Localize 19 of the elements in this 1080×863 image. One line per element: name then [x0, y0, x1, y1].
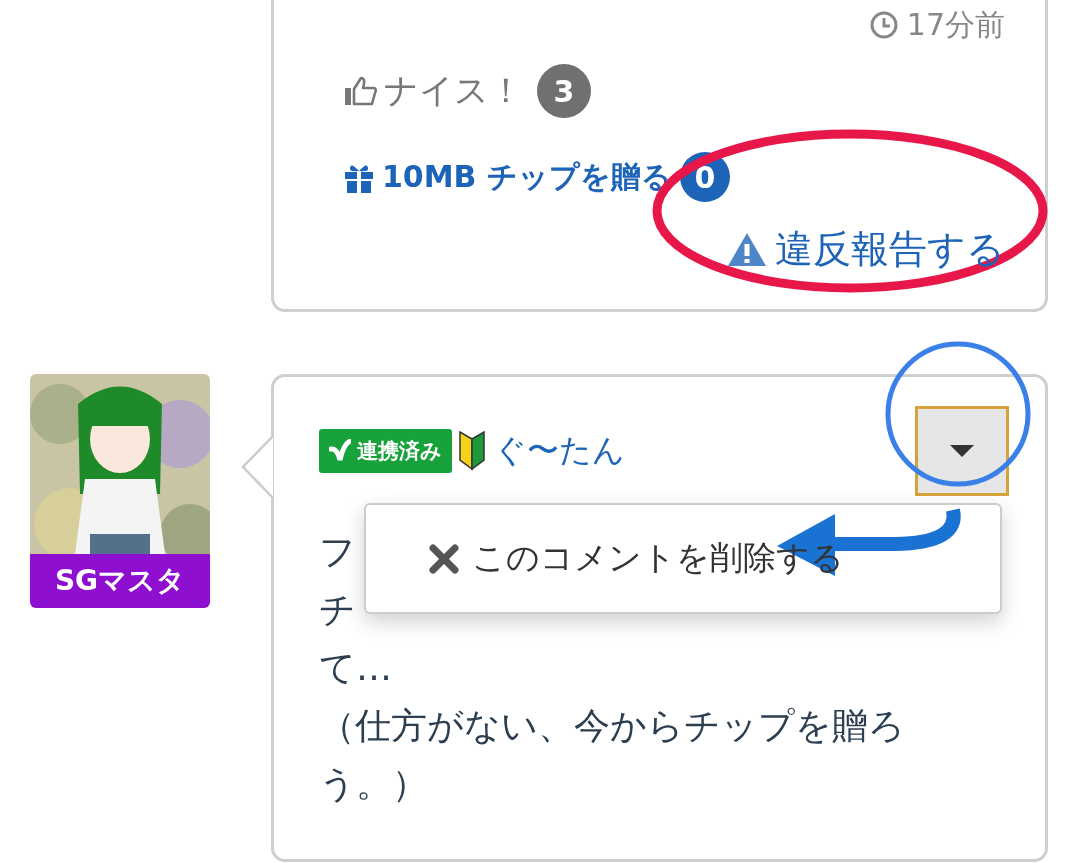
- count-badge: 3: [537, 64, 591, 118]
- comment-text-line: （仕方がない、今からチップを贈ろ: [319, 704, 905, 748]
- comment-text-line: て…: [319, 646, 392, 690]
- comment-text-line: フ: [319, 530, 356, 574]
- report-link[interactable]: 違反報告する: [727, 219, 1005, 279]
- username-link[interactable]: ぐ〜たん: [494, 429, 625, 473]
- comment-text-line: チ: [319, 588, 356, 632]
- nice-button[interactable]: ナイス！: [344, 68, 523, 114]
- rank-label: SGマスタ: [30, 554, 210, 608]
- dropdown-button[interactable]: [915, 406, 1009, 496]
- badge-text: 連携済み: [357, 438, 442, 465]
- close-icon: [428, 542, 460, 575]
- timestamp: 17分前: [906, 5, 1005, 44]
- caret-icon: [949, 444, 975, 458]
- check-icon: [329, 439, 351, 463]
- comment-text-line: う。）: [319, 762, 428, 806]
- thumbs-up-icon: [344, 75, 378, 107]
- warning-icon: [727, 231, 767, 267]
- clock-icon: [868, 10, 899, 40]
